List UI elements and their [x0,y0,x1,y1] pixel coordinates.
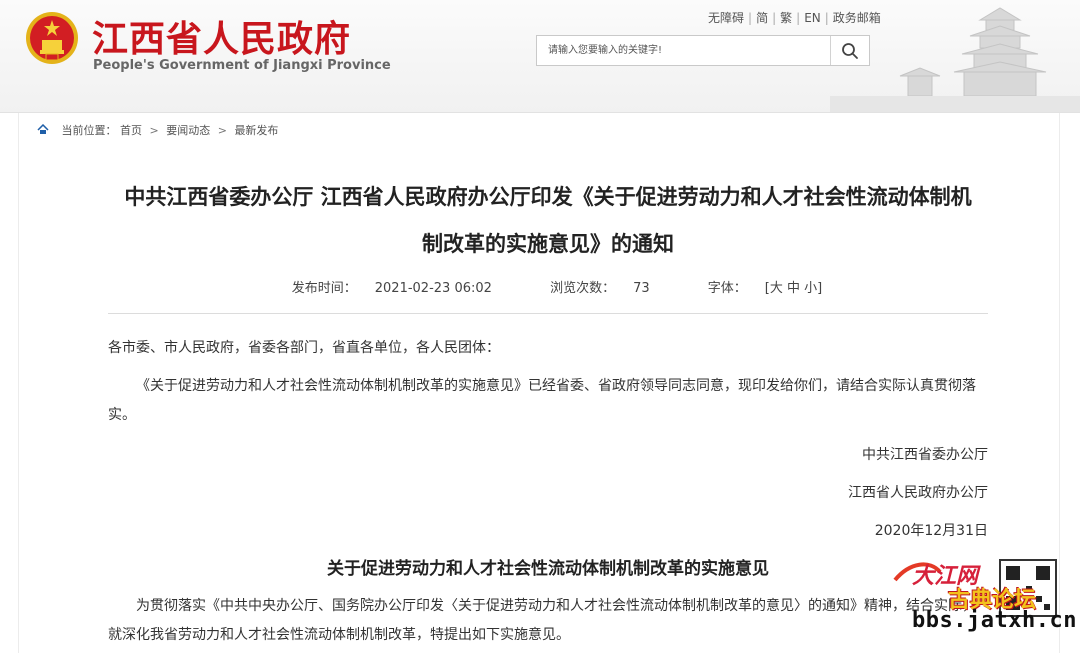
salutation: 各市委、市人民政府，省委各部门，省直各单位，各人民团体： [108,340,500,356]
section-title: 关于促进劳动力和人才社会性流动体制机制改革的实施意见 [327,559,769,579]
site-title-en: People's Government of Jiangxi Province [93,58,391,73]
breadcrumb-prefix: 当前位置： [61,124,117,137]
article-meta: 发布时间： 2021-02-23 06:02 浏览次数： 73 字体： [大 中 小] [100,277,996,296]
divider [108,313,988,314]
search-input[interactable] [537,36,832,65]
search-box [536,35,870,66]
body-paragraph-2: 为贯彻落实《中共中央办公厅、国务院办公厅印发〈关于促进劳动力和人才社会性流动体制… [108,598,976,643]
watermark-url: bbs.jatxh.cn [912,608,1077,633]
font-size-medium[interactable]: 中 [787,281,800,296]
article-title: 中共江西省委办公厅 江西省人民政府办公厅印发《关于促进劳动力和人才社会性流动体制… [100,174,996,268]
accessibility-link[interactable]: 无障碍 [708,11,744,25]
home-icon [37,124,49,134]
english-link[interactable]: EN [804,11,821,25]
issue-date: 2020年12月31日 [874,523,988,539]
views-count: 73 [633,281,650,296]
font-size-small[interactable]: 小] [804,281,822,296]
article-title-line1: 中共江西省委办公厅 江西省人民政府办公厅印发《关于促进劳动力和人才社会性流动体制… [124,185,972,209]
views-label: 浏览次数： [550,281,616,296]
signature-party-office: 中共江西省委办公厅 [862,447,988,463]
simplified-link[interactable]: 简 [756,11,768,25]
search-icon [842,42,858,59]
breadcrumb-latest[interactable]: 最新发布 [234,124,278,137]
breadcrumb-news[interactable]: 要闻动态 [166,124,210,137]
publish-time: 2021-02-23 06:02 [374,281,492,296]
traditional-link[interactable]: 繁 [780,11,792,25]
font-size-label: 字体： [707,281,747,296]
site-title[interactable]: 江西省人民政府 [92,10,351,62]
body-paragraph: 《关于促进劳动力和人才社会性流动体制机制改革的实施意见》已经省委、省政府领导同志… [108,378,976,423]
breadcrumb: 当前位置： 首页 > 要闻动态 > 最新发布 [37,122,278,138]
search-button[interactable] [830,36,869,65]
gov-mail-link[interactable]: 政务邮箱 [833,11,881,25]
article-title-line2: 制改革的实施意见》的通知 [422,232,674,256]
top-links: 无障碍 | 简 | 繁 | EN | 政务邮箱 [708,11,881,25]
site-header: 江西省人民政府 People's Government of Jiangxi P… [0,0,1080,113]
national-emblem-icon [26,12,78,64]
breadcrumb-separator: > [217,124,227,137]
breadcrumb-separator: > [149,124,159,137]
breadcrumb-home[interactable]: 首页 [120,124,142,137]
font-size-large[interactable]: [大 [765,281,783,296]
publish-label: 发布时间： [291,281,357,296]
signature-government-office: 江西省人民政府办公厅 [848,485,988,501]
